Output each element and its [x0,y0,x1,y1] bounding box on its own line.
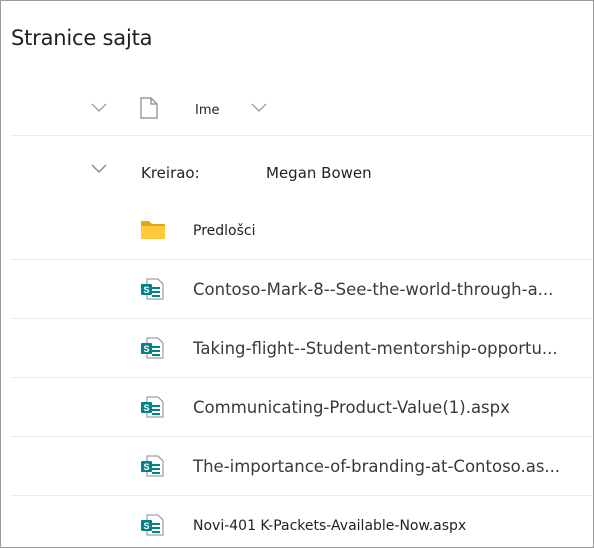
sharepoint-page-icon: S [140,395,166,424]
site-pages-panel: Stranice sajta Ime Kreirao: Megan Bowen [0,0,594,548]
file-name[interactable]: Communicating-Product-Value(1).aspx [193,398,510,417]
file-name[interactable]: Predlošci [193,223,255,239]
svg-text:S: S [143,344,149,354]
sharepoint-page-icon: S [140,336,166,365]
sharepoint-page-icon: S [140,513,166,542]
list-item[interactable]: S Communicating-Product-Value(1).aspx [11,378,593,437]
list-item[interactable]: S The-importance-of-branding-at-Contoso.… [11,437,593,496]
column-header-name[interactable]: Ime [195,103,220,118]
file-type-icon[interactable] [140,97,158,124]
list-item[interactable]: S Contoso-Mark-8--See-the-world-through-… [11,260,593,319]
svg-text:S: S [143,462,149,472]
group-header-created-by: Kreirao: Megan Bowen [11,148,593,198]
list-item[interactable]: S Novi-401 K-Packets-Available-Now.aspx [11,496,593,547]
list-item[interactable]: Predlošci [11,201,593,260]
file-name[interactable]: The-importance-of-branding-at-Contoso.as… [193,457,560,476]
file-name[interactable]: Novi-401 K-Packets-Available-Now.aspx [193,518,466,534]
svg-text:S: S [143,403,149,413]
collapse-all-chevron-icon[interactable] [91,103,107,113]
sharepoint-page-icon: S [140,454,166,483]
sharepoint-page-icon: S [140,277,166,306]
folder-icon [140,220,166,245]
group-collapse-chevron-icon[interactable] [91,164,107,174]
group-label: Kreirao: [141,164,200,182]
svg-text:S: S [143,521,149,531]
group-value: Megan Bowen [266,164,372,182]
file-list: Predlošci S Contoso-Mark-8--See-the-worl… [11,201,593,547]
file-name[interactable]: Contoso-Mark-8--See-the-world-through-a.… [193,280,553,299]
page-title: Stranice sajta [11,26,153,50]
svg-text:S: S [143,285,149,295]
list-header: Ime [11,81,593,136]
list-item[interactable]: S Taking-flight--Student-mentorship-oppo… [11,319,593,378]
file-name[interactable]: Taking-flight--Student-mentorship-opport… [193,339,558,358]
sort-chevron-down-icon[interactable] [251,103,267,113]
